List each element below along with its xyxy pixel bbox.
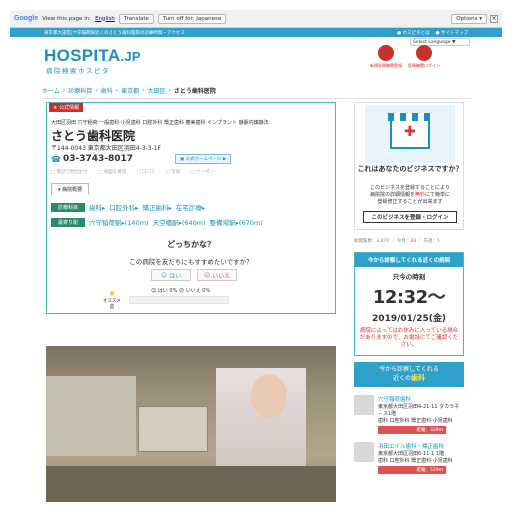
star-icon: ★ — [108, 289, 116, 298]
top-strip: 東京都大田区|穴守稲荷駅近くのさとう歯科医院の診療時間・アクセス ● ホスピタと… — [10, 28, 502, 37]
photo-wall — [46, 376, 136, 456]
photo-face — [251, 374, 287, 418]
site-logo[interactable]: HOSPITA.JP — [44, 46, 141, 66]
nearby-clinic-card[interactable]: 羽田エイル歯科・矯正歯科 東京都大田区羽田6-11-1 1階 歯科 口腔外科 矯… — [354, 442, 464, 474]
breadcrumb-tokyo[interactable]: 東京都 — [121, 86, 139, 95]
about-link[interactable]: ● ホスピタとは — [397, 30, 429, 36]
quick-links: □ 電話で問合わせ □ 地図を確認 □ 口コミ □ 写真 □ クーポン — [51, 169, 214, 175]
hospital-register-icon — [378, 45, 394, 61]
tab-overview[interactable]: ▾ 病院概要 — [51, 183, 90, 195]
clinic-tags: 大田区羽田 穴守稲荷 一般歯科 小児歯科 口腔外科 矯正歯科 審美歯科 インプラ… — [51, 120, 269, 126]
open-now-header: 今から診察してくれる近くの病院 — [355, 253, 463, 267]
clinic-thumbnail — [354, 395, 374, 415]
station-link-tenkubashi[interactable]: 天空橋駅▸(640m) — [153, 217, 206, 227]
clinic-login-button[interactable]: 医療機関ログイン — [408, 45, 440, 69]
quick-link-reviews[interactable]: □ 口コミ — [136, 169, 155, 175]
nearby-clinic-address: 東京都大田区羽田6-11-1 1階 — [378, 451, 445, 457]
register-login-button[interactable]: このビジネスを登録・ログイン — [363, 211, 457, 223]
photo-floor — [46, 466, 336, 502]
translate-button[interactable]: Translate — [118, 13, 154, 24]
station-row: 最寄り駅 穴守稲荷駅▸(140m) 天空橋駅▸(640m) 整備場駅▸(670m… — [51, 217, 263, 227]
options-button[interactable]: Options ▾ — [451, 13, 487, 24]
translate-options: Options ▾ × — [451, 13, 498, 24]
open-now-note: 病院によってはお休みに入っている場合がありますので、お電話にてご確認ください。 — [359, 328, 459, 348]
quick-link-photos[interactable]: □ 写真 — [166, 169, 181, 175]
logo-subtitle: 病院検索ホスピタ — [46, 67, 110, 75]
translate-prompt: View this page in: — [42, 15, 92, 22]
vote-yes-button[interactable]: ☺ はい — [151, 269, 191, 281]
close-icon[interactable]: × — [490, 14, 498, 23]
nearby-clinic-name[interactable]: 羽田エイル歯科・矯正歯科 — [378, 442, 453, 450]
language-select[interactable]: English — [95, 16, 115, 22]
recommend-score: ★ オススメ度 — [103, 289, 121, 310]
quick-link-phone[interactable]: □ 電話で問合わせ — [51, 169, 88, 175]
hospital-login-icon — [416, 45, 432, 61]
question-title: どっちかな？ — [167, 240, 215, 249]
breadcrumb-departments[interactable]: 診療科目 — [68, 86, 92, 95]
frown-icon: ☹ — [203, 271, 211, 279]
clinic-phone[interactable]: ☎ 03-3743-8017 — [51, 154, 133, 164]
vote-results: ☺ はい 0% ☹ いいえ 0% — [151, 288, 211, 294]
dept-link-oral-surgery[interactable]: 口腔外科▸ — [109, 202, 138, 212]
clinic-address: 〒144-0043 東京都大田区羽田4-3-3-1F — [51, 145, 162, 152]
business-description: このビジネスを登録することにより 病院院の詳細情報を無料にて簡単に 登録修正する… — [369, 185, 451, 205]
clinic-panel: ★ 公式情報 大田区羽田 穴守稲荷 一般歯科 小児歯科 口腔外科 矯正歯科 審美… — [46, 102, 336, 314]
nearby-clinic-depts: 歯科 口腔外科 矯正歯科 小児歯科 — [378, 458, 453, 464]
breadcrumb-dental[interactable]: 歯科 — [101, 86, 113, 95]
site-header: HOSPITA.JP 病院検索ホスピタ Select Language ▼ 新規… — [44, 38, 470, 82]
dept-link-home-care[interactable]: 在宅診療▸ — [176, 202, 205, 212]
business-question: これはあなたのビジネスですか？ — [357, 165, 463, 173]
homepage-button[interactable]: ▣ 公式ホームページ ▶ — [175, 154, 232, 164]
dept-link-orthodontics[interactable]: 矯正歯科▸ — [143, 202, 172, 212]
recommend-bar — [129, 296, 229, 304]
nearby-clinic-distance: 距離：529m — [378, 466, 446, 474]
nearby-clinic-address: 東京都大田区羽田4-21-11 タカラネ－ス1階 — [378, 404, 460, 417]
current-date: 2019/01/25(金) — [372, 314, 446, 324]
pharmacy-icon: ✚ — [388, 113, 432, 149]
clinic-photo — [46, 346, 336, 502]
station-link-anamori[interactable]: 穴守稲荷駅▸(140m) — [89, 217, 149, 227]
official-badge: ★ 公式情報 — [49, 103, 84, 112]
breadcrumb: ホーム › 診療科目 › 歯科 › 東京都 › 大田区 › さとう歯科医院 — [42, 86, 472, 99]
station-link-seibijo[interactable]: 整備場駅▸(670m) — [210, 217, 263, 227]
photo-shelf — [138, 406, 208, 452]
view-stats: 総閲覧数：3,870 ｜ 今月：33 ｜ 先週：1 — [354, 239, 440, 244]
nearby-header: 今から診察してくれる 近くの歯科 — [354, 362, 464, 387]
nearby-clinic-card[interactable]: 穴守稲荷歯科 東京都大田区羽田4-21-11 タカラネ－ス1階 歯科 口腔外科 … — [354, 395, 464, 434]
turn-off-button[interactable]: Turn off for: Japanese — [157, 13, 227, 24]
clinic-name: さとう歯科医院 — [51, 129, 136, 143]
current-time: 12:32〜 — [372, 287, 446, 308]
quick-link-coupons[interactable]: □ クーポン — [190, 169, 214, 175]
quick-link-map[interactable]: □ 地図を確認 — [98, 169, 126, 175]
current-time-label: 只今の時刻 — [392, 273, 426, 281]
recommend-question: どっちかな？ この病院を友だちにもすすめたいですか？ — [47, 239, 335, 266]
department-row: 診療科目 歯科▸ 口腔外科▸ 矯正歯科▸ 在宅診療▸ — [51, 202, 205, 212]
phone-icon: ☎ — [51, 154, 61, 164]
question-text: この病院を友だちにもすすめたいですか？ — [129, 258, 253, 266]
register-clinic-button[interactable]: 新規医療機関登録 — [370, 45, 402, 69]
nearby-clinic-distance: 距離：329m — [378, 426, 446, 434]
translate-bar: Google View this page in: English Transl… — [10, 10, 502, 28]
smile-icon: ☺ — [160, 271, 168, 279]
top-strip-text: 東京都大田区|穴守稲荷駅近くのさとう歯科医院の診療時間・アクセス — [44, 30, 185, 36]
station-label: 最寄り駅 — [51, 217, 85, 227]
google-logo: Google — [14, 15, 39, 22]
breadcrumb-current: さとう歯科医院 — [173, 88, 216, 95]
vote-buttons: ☺ はい ☹ いいえ — [151, 269, 237, 281]
shop-illustration: ✚ — [365, 105, 455, 163]
clinic-thumbnail — [354, 442, 374, 462]
sidebar: ✚ これはあなたのビジネスですか？ このビジネスを登録することにより 病院院の詳… — [354, 102, 464, 474]
dept-link-dental[interactable]: 歯科▸ — [89, 202, 105, 212]
breadcrumb-ota[interactable]: 大田区 — [148, 86, 166, 95]
nearby-clinic-depts: 歯科 口腔外科 矯正歯科 小児歯科 — [378, 418, 453, 424]
open-now-box: 今から診察してくれる近くの病院 只今の時刻 12:32〜 2019/01/25(… — [354, 252, 464, 356]
breadcrumb-home[interactable]: ホーム — [42, 86, 60, 95]
sitemap-link[interactable]: ● サイトマップ — [436, 30, 468, 36]
business-claim-box: ✚ これはあなたのビジネスですか？ このビジネスを登録することにより 病院院の詳… — [354, 102, 464, 230]
nearby-clinic-name[interactable]: 穴守稲荷歯科 — [378, 395, 464, 403]
department-label: 診療科目 — [51, 202, 85, 212]
vote-no-button[interactable]: ☹ いいえ — [197, 269, 237, 281]
